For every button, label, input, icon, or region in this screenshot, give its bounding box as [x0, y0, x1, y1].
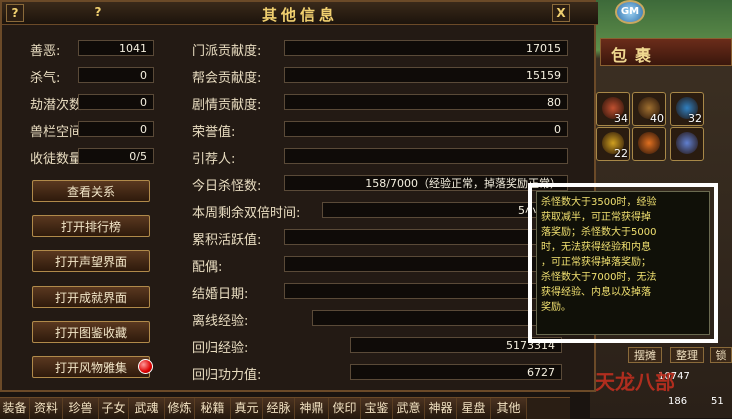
stat-label: 累积活跃值: [192, 233, 262, 248]
bottom-tab[interactable]: 星盘 [457, 398, 491, 419]
close-button[interactable]: X [552, 4, 570, 22]
bottom-tab[interactable]: 武魂 [129, 398, 165, 419]
inventory-title: 包裹 [611, 46, 660, 65]
inventory-slot[interactable]: 32 [670, 92, 704, 126]
inventory-slot[interactable] [670, 127, 704, 161]
bottom-tab[interactable]: 武意 [393, 398, 425, 419]
stat-label: 善恶: [30, 44, 61, 59]
gm-globe-icon[interactable]: GM [615, 0, 645, 24]
bottom-tab[interactable]: 侠印 [329, 398, 361, 419]
tooltip-line: ，可正常获得掉落奖励； [541, 257, 651, 268]
stat-value: 0 [284, 121, 568, 137]
bottom-tab[interactable]: 真元 [231, 398, 263, 419]
money2-value: 186 [668, 396, 688, 407]
bottom-tab[interactable]: 经脉 [263, 398, 295, 419]
stat-value: 0/5 [78, 148, 154, 164]
stat-label: 离线经验: [192, 314, 249, 329]
item-count: 32 [688, 112, 702, 125]
bottom-tab[interactable]: 神鼎 [295, 398, 329, 419]
stat-label: 门派贡献度: [192, 44, 262, 59]
bottom-tab[interactable]: 其他 [491, 398, 527, 419]
stat-value: 158/7000（经验正常，掉落奖励正常） [284, 175, 568, 191]
item-count: 40 [650, 112, 664, 125]
stat-value: 5小时 [322, 202, 554, 218]
stat-value [284, 148, 568, 164]
stat-label: 杀气: [30, 71, 61, 86]
tooltip-line: 杀怪数大于7000时，无法 [541, 272, 657, 283]
item-icon [676, 132, 698, 154]
inventory-title-bar: 包裹 [600, 38, 732, 66]
stat-label: 引荐人: [192, 152, 236, 167]
stat-label: 结婚日期: [192, 287, 249, 302]
bottom-tab[interactable]: 珍兽 [63, 398, 99, 419]
stat-value: 1041 [78, 40, 154, 56]
panel-button[interactable]: 打开成就界面 [32, 286, 150, 308]
bottom-tab-bar: 装备 资料 珍兽 子女 武魂 修炼 秘籍 真元 经脉 神鼎 侠印 宝鉴 武意 神器 星盘 其他 [0, 397, 570, 419]
lock-button[interactable]: 锁 [710, 347, 732, 363]
stat-value [284, 256, 564, 272]
stat-label: 剧情贡献度: [192, 98, 262, 113]
tooltip-line: 获得经验、内息以及掉落 [541, 287, 651, 298]
stat-value: 80 [284, 94, 568, 110]
bottom-tab[interactable]: 资料 [30, 398, 63, 419]
other-info-panel: 其他信息 ? ? X 善恶: 1041 杀气: 0 劫潜次数: 0 兽栏空间: 0 收徒数量: 0… [0, 0, 598, 392]
panel-button[interactable]: 查看关系 [32, 180, 150, 202]
stat-value: 6727 [350, 364, 562, 380]
panel-button[interactable]: 打开声望界面 [32, 250, 150, 272]
stat-value: 15159 [284, 67, 568, 83]
stat-value: 0 [78, 67, 154, 83]
stat-value: 17015 [284, 40, 568, 56]
help-button[interactable]: ? [6, 4, 24, 22]
tooltip-line: 获取减半，可正常获得掉 [541, 212, 651, 223]
inventory-slot[interactable]: 34 [596, 92, 630, 126]
money3-value: 51 [711, 396, 724, 407]
stat-value: 0 [284, 229, 564, 245]
help-icon[interactable]: ? [90, 4, 106, 20]
item-count: 34 [614, 112, 628, 125]
sort-button[interactable]: 整理 [670, 347, 704, 363]
stat-label: 本周剩余双倍时间: [192, 206, 301, 221]
panel-button[interactable]: 打开排行榜 [32, 215, 150, 237]
tooltip-line: 时，无法获得经验和内息 [541, 242, 651, 253]
stat-value [284, 283, 564, 299]
panel-button[interactable]: 打开风物雅集 [32, 356, 150, 378]
stat-label: 回归经验: [192, 341, 249, 356]
tooltip-line: 杀怪数大于3500时，经验 [541, 197, 657, 208]
bottom-tab[interactable]: 神器 [425, 398, 457, 419]
inventory-slot[interactable]: 22 [596, 127, 630, 161]
notification-dot-icon [138, 359, 153, 374]
tooltip-line: 落奖励；杀怪数大于5000 [541, 227, 657, 238]
stat-label: 今日杀怪数: [192, 179, 262, 194]
stat-label: 荣誉值: [192, 125, 236, 140]
panel-button[interactable]: 打开图鉴收藏 [32, 321, 150, 343]
bottom-tab[interactable]: 装备 [0, 398, 30, 419]
bottom-tab[interactable]: 秘籍 [195, 398, 231, 419]
stat-value: 0 [78, 121, 154, 137]
inventory-slot[interactable]: 40 [632, 92, 666, 126]
stat-label: 配偶: [192, 260, 223, 275]
item-count: 22 [614, 147, 628, 160]
tooltip-body: 杀怪数大于3500时，经验 获取减半，可正常获得掉 落奖励；杀怪数大于5000 时，无… [536, 191, 710, 335]
item-icon [638, 132, 660, 154]
bottom-tab[interactable]: 子女 [99, 398, 129, 419]
stat-value: 0 [78, 94, 154, 110]
tooltip-line: 奖励。 [541, 302, 571, 313]
arrange-stall-button[interactable]: 摆摊 [628, 347, 662, 363]
bottom-tab[interactable]: 修炼 [165, 398, 195, 419]
stat-label: 帮会贡献度: [192, 71, 262, 86]
stat-label: 回归功力值: [192, 368, 262, 383]
inventory-slot[interactable] [632, 127, 666, 161]
bottom-tab[interactable]: 宝鉴 [361, 398, 393, 419]
stat-value: 0 [312, 310, 562, 326]
kill-count-tooltip: 杀怪数大于3500时，经验 获取减半，可正常获得掉 落奖励；杀怪数大于5000 时，无… [528, 183, 718, 343]
